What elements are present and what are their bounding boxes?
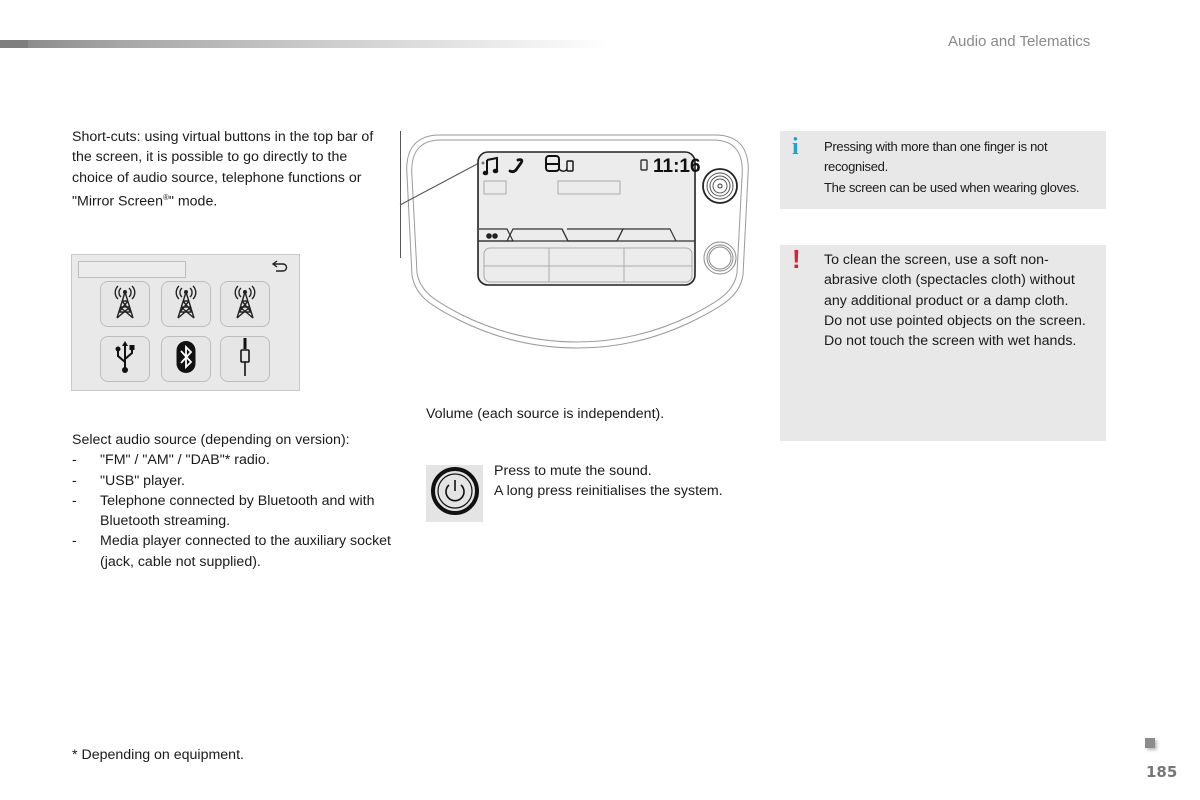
mute-line-2: A long press reinitialises the system. <box>494 483 723 500</box>
shortcuts-text: Short-cuts: using virtual buttons in the… <box>72 129 374 210</box>
source-button-fm[interactable] <box>100 281 150 327</box>
list-item-text: Media player connected to the auxiliary … <box>100 533 392 570</box>
source-button-bluetooth[interactable] <box>161 336 211 382</box>
page-marker <box>1145 738 1155 748</box>
header-gradient-bar <box>0 40 610 48</box>
touchscreen-device-illustration: 11:16 <box>395 125 760 355</box>
warning-icon: ! <box>792 244 801 274</box>
mute-description: Press to mute the sound. A long press re… <box>494 461 723 502</box>
info-note: i Pressing with more than one finger is … <box>780 131 1106 209</box>
info-note-line-1: Pressing with more than one finger is no… <box>824 139 1048 175</box>
section-title: Audio and Telematics <box>948 33 1091 50</box>
warning-note-line-1: To clean the screen, use a soft non-abra… <box>824 252 1075 309</box>
bluetooth-icon <box>176 340 196 379</box>
jack-plug-icon <box>238 337 252 382</box>
warning-note-line-2: Do not use pointed objects on the screen… <box>824 312 1086 329</box>
list-item: - Telephone connected by Bluetooth and wi… <box>72 491 392 532</box>
list-item: - "FM" / "AM" / "DAB"* radio. <box>72 450 392 470</box>
shortcuts-paragraph: Short-cuts: using virtual buttons in the… <box>72 127 392 212</box>
source-selection-panel <box>71 254 300 391</box>
select-source-intro: Select audio source (depending on versio… <box>72 432 350 448</box>
radio-tower-icon <box>111 284 139 324</box>
secondary-knob <box>703 241 737 275</box>
source-button-am[interactable] <box>161 281 211 327</box>
list-item: - "USB" player. <box>72 471 392 491</box>
list-item-text: "FM" / "AM" / "DAB"* radio. <box>100 452 270 469</box>
bullet: - <box>72 472 77 489</box>
clock: 11:16 <box>653 156 701 177</box>
power-volume-knob <box>702 168 738 204</box>
select-source-paragraph: Select audio source (depending on versio… <box>72 430 392 572</box>
list-item: - Media player connected to the auxiliary… <box>72 531 392 572</box>
shortcuts-text-end: " mode. <box>168 193 218 210</box>
bullet: - <box>72 492 77 509</box>
power-icon <box>430 466 480 521</box>
bullet: - <box>72 533 77 550</box>
radio-tower-icon <box>172 284 200 324</box>
bullet: - <box>72 452 77 469</box>
return-arrow-icon[interactable] <box>271 259 288 275</box>
volume-description: Volume (each source is independent). <box>426 406 665 422</box>
radio-tower-icon <box>231 284 259 324</box>
mute-line-1: Press to mute the sound. <box>494 463 652 479</box>
warning-note-line-3: Do not touch the screen with wet hands. <box>824 333 1077 350</box>
list-item-text: Telephone connected by Bluetooth and wit… <box>100 492 375 530</box>
header-bar-accent <box>0 40 28 48</box>
footnote: * Depending on equipment. <box>72 747 244 763</box>
source-button-aux[interactable] <box>220 336 270 382</box>
info-note-line-2: The screen can be used when wearing glov… <box>824 179 1080 195</box>
warning-note: ! To clean the screen, use a soft non-ab… <box>780 245 1106 441</box>
panel-title-field <box>78 261 186 278</box>
usb-icon <box>115 340 135 379</box>
source-button-usb[interactable] <box>100 336 150 382</box>
page-number: 185 <box>1146 763 1178 781</box>
source-button-dab[interactable] <box>220 281 270 327</box>
info-icon: i <box>792 134 799 160</box>
power-mute-button-illustration <box>426 465 483 522</box>
list-item-text: "USB" player. <box>100 472 185 489</box>
